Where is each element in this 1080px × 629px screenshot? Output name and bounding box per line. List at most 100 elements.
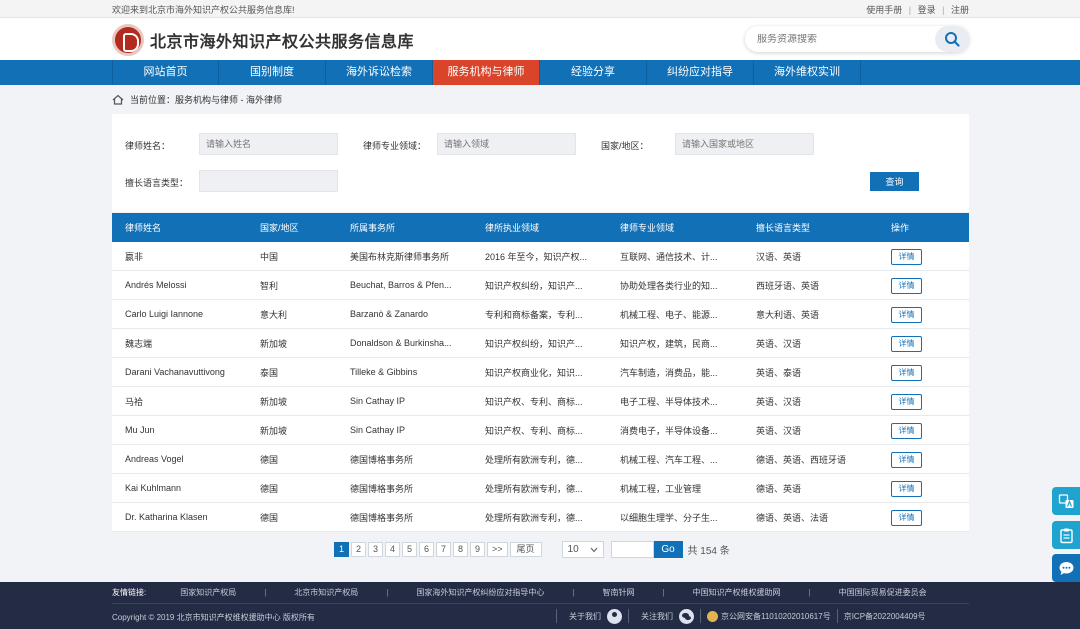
search-input[interactable]	[745, 33, 933, 45]
cell-lawyer-specialty: 互联网、通信技术、计...	[620, 251, 718, 262]
separator: |	[908, 4, 912, 15]
page-button[interactable]: 4	[385, 542, 400, 557]
query-button[interactable]: 查询	[870, 172, 919, 191]
site-header: 北京市海外知识产权公共服务信息库	[0, 18, 1080, 60]
pagination: 123456789 >> 尾页 10 Go 共 154 条	[334, 541, 730, 558]
cell-country: 德国	[260, 454, 279, 465]
page-button[interactable]: 5	[402, 542, 417, 557]
friend-link[interactable]: 智南针网	[602, 587, 634, 598]
search-box	[745, 26, 969, 52]
cell-lawyer-name: Andrés Melossi	[125, 280, 187, 290]
cell-lawyer-specialty: 机械工程、汽车工程、...	[620, 454, 718, 465]
nav-item-litigation-search[interactable]: 海外诉讼检索	[326, 60, 433, 85]
name-input[interactable]	[199, 133, 338, 155]
cell-lawyer-specialty: 机械工程、电子、能源...	[620, 309, 718, 320]
divider	[556, 609, 557, 623]
detail-button[interactable]: 详情	[891, 278, 922, 294]
nav-item-home[interactable]: 网站首页	[112, 60, 219, 85]
user-icon[interactable]	[607, 608, 622, 624]
icp-record[interactable]: 京ICP备2022004409号	[844, 611, 926, 622]
cell-languages: 英语、汉语	[756, 396, 802, 407]
side-clipboard-button[interactable]	[1052, 521, 1080, 549]
friend-link[interactable]: 中国知识产权维权援助网	[693, 587, 781, 598]
cell-lawyer-name: Andreas Vogel	[125, 454, 184, 464]
divider	[836, 609, 838, 623]
page-button[interactable]: 2	[351, 542, 366, 557]
wechat-icon[interactable]	[679, 608, 694, 624]
chat-icon	[1059, 561, 1073, 575]
cell-lawyer-name: 魏志端	[125, 338, 153, 349]
register-link[interactable]: 注册	[951, 5, 969, 15]
divider	[700, 609, 701, 623]
page-button[interactable]: 3	[368, 542, 383, 557]
last-page-button[interactable]: 尾页	[509, 542, 542, 557]
police-record[interactable]: 京公网安备11010202010617号	[721, 611, 831, 622]
login-link[interactable]: 登录	[918, 5, 936, 15]
country-input[interactable]	[675, 133, 814, 155]
detail-button[interactable]: 详情	[891, 510, 922, 526]
cell-lawyer-specialty: 消费电子，半导体设备...	[620, 425, 718, 436]
table-row: 马袷 新加坡 Sin Cathay IP 知识产权、专利、商标... 电子工程、半导体技…	[112, 387, 969, 416]
language-input[interactable]	[199, 170, 338, 192]
cell-languages: 西班牙语、英语	[756, 280, 820, 291]
cell-lawyer-name: Darani Vachanavuttivong	[125, 367, 225, 377]
page-button[interactable]: 8	[453, 542, 468, 557]
cell-lawyer-name: Kai Kuhlmann	[125, 483, 182, 493]
detail-button[interactable]: 详情	[891, 365, 922, 381]
detail-button[interactable]: 详情	[891, 394, 922, 410]
column-header: 操作	[891, 223, 910, 233]
page-button[interactable]: 1	[334, 542, 349, 557]
detail-button[interactable]: 详情	[891, 481, 922, 497]
next-page-button[interactable]: >>	[487, 542, 508, 557]
detail-button[interactable]: 详情	[891, 452, 922, 468]
total-count: 共 154 条	[687, 546, 730, 557]
nav-item-experience[interactable]: 经验分享	[540, 60, 647, 85]
separator: |	[662, 588, 665, 597]
page-button[interactable]: 7	[436, 542, 451, 557]
cell-law-firm: Tilleke & Gibbins	[350, 367, 418, 377]
page-size-select[interactable]: 10	[561, 541, 604, 558]
cell-country: 新加坡	[260, 338, 288, 349]
nav-item-country-systems[interactable]: 国别制度	[219, 60, 326, 85]
nav-item-dispute-guidance[interactable]: 纠纷应对指导	[647, 60, 754, 85]
about-us-link[interactable]: 关于我们	[569, 611, 601, 622]
nav-item-agencies-lawyers[interactable]: 服务机构与律师	[433, 60, 540, 85]
cell-country: 新加坡	[260, 425, 288, 436]
page-button[interactable]: 6	[419, 542, 434, 557]
friend-link[interactable]: 中国国际贸易促进委员会	[839, 587, 927, 598]
cell-lawyer-specialty: 知识产权，建筑，民商...	[620, 338, 718, 349]
table-row: Andrés Melossi 智利 Beuchat, Barros & Pfen..…	[112, 271, 969, 300]
cell-law-firm: 德国博格事务所	[350, 483, 414, 494]
friend-link[interactable]: 北京市知识产权局	[294, 587, 358, 598]
cell-lawyer-name: Dr. Katharina Klasen	[125, 512, 208, 522]
field-input[interactable]	[437, 133, 576, 155]
cell-languages: 德语、英语	[756, 483, 802, 494]
detail-button[interactable]: 详情	[891, 307, 922, 323]
cell-firm-practice-area: 处理所有欧洲专利，德...	[485, 483, 583, 494]
cell-languages: 汉语、英语	[756, 251, 802, 262]
page-button[interactable]: 9	[470, 542, 485, 557]
table-row: Kai Kuhlmann 德国 德国博格事务所 处理所有欧洲专利，德... 机械工程，工…	[112, 474, 969, 503]
cell-country: 新加坡	[260, 396, 288, 407]
detail-button[interactable]: 详情	[891, 423, 922, 439]
site-logo[interactable]: 北京市海外知识产权公共服务信息库	[112, 24, 414, 56]
clipboard-icon	[1059, 528, 1073, 543]
side-chat-button[interactable]	[1052, 554, 1080, 582]
nav-item-training[interactable]: 海外维权实训	[754, 60, 861, 85]
cell-law-firm: Sin Cathay IP	[350, 425, 406, 435]
cell-law-firm: Beuchat, Barros & Pfen...	[350, 280, 452, 290]
detail-button[interactable]: 详情	[891, 249, 922, 265]
name-label: 律师姓名：	[125, 141, 171, 151]
user-manual-link[interactable]: 使用手册	[866, 5, 902, 15]
breadcrumb-path[interactable]: 服务机构与律师 - 海外律师	[175, 93, 282, 106]
table-header: 律师姓名 国家/地区 所属事务所 律所执业领域 律师专业领域 擅长语言类型 操作	[112, 213, 969, 242]
jump-page-input[interactable]	[610, 541, 654, 558]
friend-link[interactable]: 国家知识产权局	[180, 587, 236, 598]
follow-us-link[interactable]: 关注我们	[641, 611, 673, 622]
side-translate-button[interactable]	[1052, 487, 1080, 515]
copyright-text: Copyright © 2019 北京市知识产权维权援助中心 版权所有	[112, 613, 315, 622]
detail-button[interactable]: 详情	[891, 336, 922, 352]
search-button[interactable]	[935, 26, 969, 52]
go-button[interactable]: Go	[653, 541, 683, 558]
friend-link[interactable]: 国家海外知识产权纠纷应对指导中心	[416, 587, 544, 598]
